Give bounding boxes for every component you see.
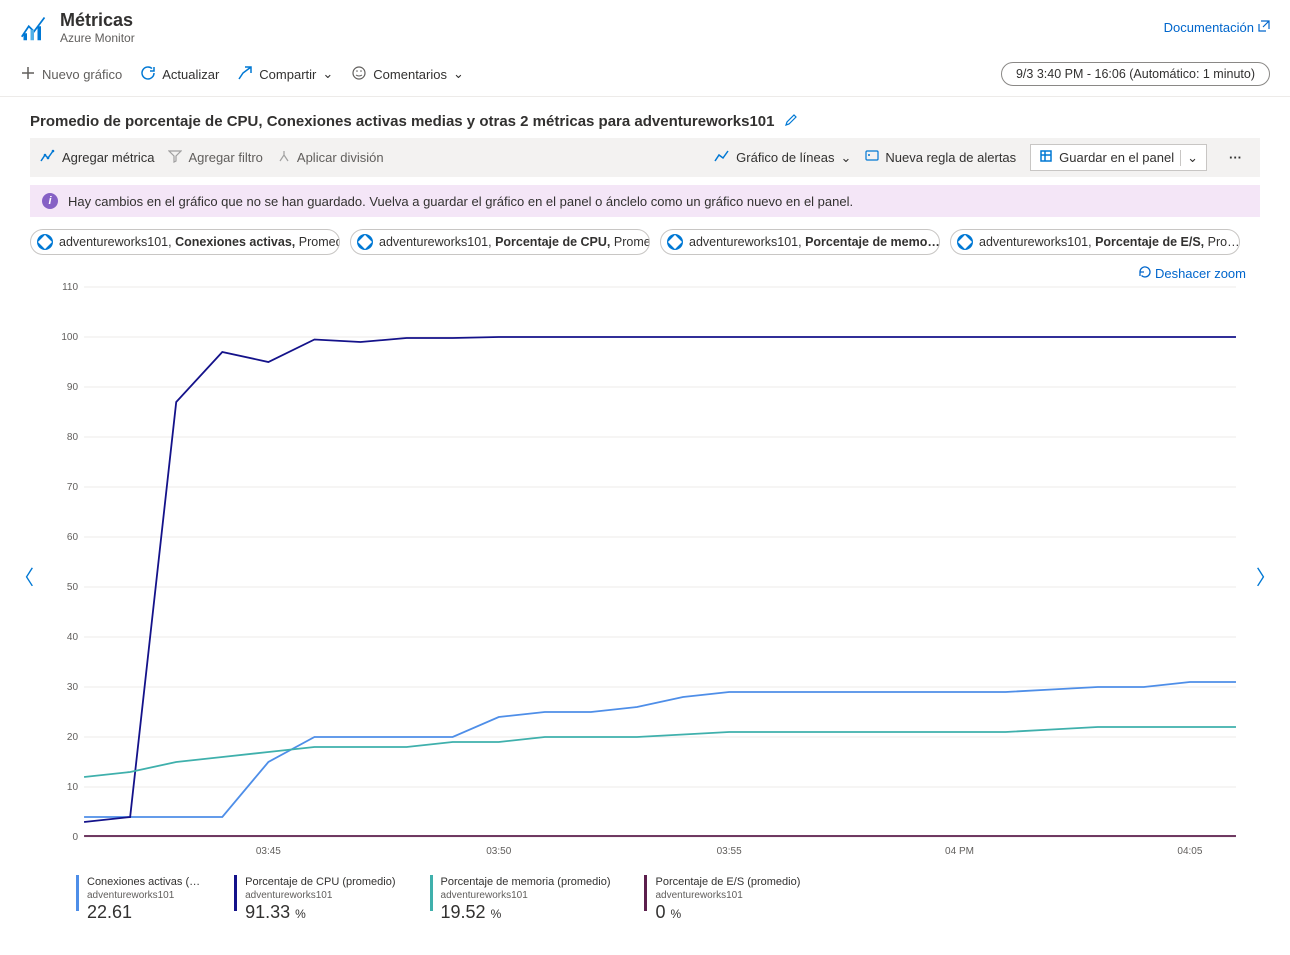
add-metric-button[interactable]: Agregar métrica (40, 149, 154, 166)
svg-text:60: 60 (67, 532, 79, 543)
svg-text:110: 110 (62, 282, 78, 293)
svg-text:90: 90 (67, 382, 79, 393)
external-link-icon (1258, 20, 1270, 35)
new-chart-button[interactable]: Nuevo gráfico (20, 65, 122, 84)
svg-text:70: 70 (67, 482, 79, 493)
alert-icon (865, 149, 879, 166)
page-subtitle: Azure Monitor (60, 31, 1164, 45)
legend-color-bar (644, 875, 647, 911)
metric-pill[interactable]: adventureworks101, Porcentaje de E/S, Pr… (950, 229, 1240, 255)
info-icon: i (42, 193, 58, 209)
feedback-button[interactable]: Comentarios ⌄ (351, 65, 464, 84)
config-bar: Agregar métrica Agregar filtro Aplicar d… (30, 138, 1260, 177)
metric-pill[interactable]: adventureworks101, Porcentaje de memo…, … (660, 229, 940, 255)
legend-color-bar (430, 875, 433, 911)
share-button[interactable]: Compartir ⌄ (237, 65, 333, 84)
time-range-selector[interactable]: 9/3 3:40 PM - 16:06 (Automático: 1 minut… (1001, 62, 1270, 86)
legend-value: 0 % (655, 902, 800, 924)
legend-label: Porcentaje de E/S (promedio) (655, 875, 800, 889)
svg-text:0: 0 (72, 832, 78, 843)
metric-pills: adventureworks101, Conexiones activas, P… (0, 225, 1290, 261)
unsaved-changes-banner: i Hay cambios en el gráfico que no se ha… (30, 185, 1260, 217)
svg-text:03:45: 03:45 (256, 846, 281, 857)
page-title: Métricas (60, 10, 1164, 31)
edit-icon[interactable] (784, 113, 798, 130)
svg-text:03:50: 03:50 (486, 846, 511, 857)
save-to-dashboard-button[interactable]: Guardar en el panel ⌄ (1030, 144, 1207, 171)
resource-icon (957, 234, 973, 250)
svg-text:04:05: 04:05 (1177, 846, 1202, 857)
undo-icon (1137, 265, 1151, 282)
legend-item[interactable]: Conexiones activas (… adventureworks101 … (76, 875, 200, 924)
add-metric-icon (40, 149, 56, 166)
resource-icon (37, 234, 53, 250)
chart-legend: Conexiones activas (… adventureworks101 … (0, 869, 1290, 944)
toolbar: Nuevo gráfico Actualizar Compartir ⌄ Com… (0, 56, 1290, 97)
metric-pill[interactable]: adventureworks101, Conexiones activas, P… (30, 229, 340, 255)
line-chart[interactable]: 0 10 20 30 40 50 60 70 80 90 100 110 03:45 03:50 03:55… (44, 282, 1246, 862)
legend-value: 22.61 (87, 902, 200, 924)
legend-resource: adventureworks101 (655, 889, 800, 902)
legend-item[interactable]: Porcentaje de E/S (promedio) adventurewo… (644, 875, 800, 924)
chart-title-row: Promedio de porcentaje de CPU, Conexione… (0, 97, 1290, 138)
pin-icon (1039, 149, 1053, 166)
resource-icon (667, 234, 683, 250)
svg-text:30: 30 (67, 682, 79, 693)
chart-type-selector[interactable]: Gráfico de líneas ⌄ (714, 149, 851, 166)
refresh-button[interactable]: Actualizar (140, 65, 219, 84)
legend-value: 19.52 % (441, 902, 611, 924)
legend-item[interactable]: Porcentaje de memoria (promedio) adventu… (430, 875, 611, 924)
banner-text: Hay cambios en el gráfico que no se han … (68, 194, 853, 209)
apply-splitting-button[interactable]: Aplicar división (277, 149, 384, 166)
svg-text:40: 40 (67, 632, 79, 643)
legend-resource: adventureworks101 (245, 889, 395, 902)
legend-label: Porcentaje de memoria (promedio) (441, 875, 611, 889)
legend-color-bar (76, 875, 79, 911)
chevron-down-icon: ⌄ (840, 150, 851, 166)
legend-resource: adventureworks101 (87, 889, 200, 902)
svg-text:10: 10 (67, 782, 79, 793)
metric-pill[interactable]: adventureworks101, Porcentaje de CPU, Pr… (350, 229, 650, 255)
refresh-icon (140, 65, 156, 84)
nav-next-button[interactable]: 〉 (1256, 561, 1276, 590)
metrics-icon (20, 14, 48, 42)
split-icon (277, 149, 291, 166)
chevron-down-icon[interactable]: ⌄ (1180, 150, 1198, 166)
chart-title: Promedio de porcentaje de CPU, Conexione… (30, 113, 774, 130)
svg-text:03:55: 03:55 (717, 846, 742, 857)
legend-value: 91.33 % (245, 902, 395, 924)
svg-text:100: 100 (61, 332, 78, 343)
chart-container: 〈 〉 010203040506070809010011003:4503:500… (0, 282, 1290, 869)
svg-text:80: 80 (67, 432, 79, 443)
undo-zoom-link[interactable]: Deshacer zoom (1137, 265, 1246, 282)
page-header: Métricas Azure Monitor Documentación (0, 0, 1290, 56)
legend-item[interactable]: Porcentaje de CPU (promedio) adventurewo… (234, 875, 395, 924)
chevron-down-icon: ⌄ (453, 66, 464, 82)
svg-text:04 PM: 04 PM (945, 846, 974, 857)
svg-text:20: 20 (67, 732, 79, 743)
svg-text:50: 50 (67, 582, 79, 593)
plus-icon (20, 65, 36, 84)
legend-resource: adventureworks101 (441, 889, 611, 902)
smile-icon (351, 65, 367, 84)
legend-color-bar (234, 875, 237, 911)
more-options-button[interactable]: ··· (1221, 150, 1250, 165)
share-icon (237, 65, 253, 84)
documentation-link[interactable]: Documentación (1164, 20, 1270, 35)
filter-icon (168, 149, 182, 166)
add-filter-button[interactable]: Agregar filtro (168, 149, 262, 166)
nav-prev-button[interactable]: 〈 (14, 561, 34, 590)
line-chart-icon (714, 149, 730, 166)
new-alert-button[interactable]: Nueva regla de alertas (865, 149, 1016, 166)
resource-icon (357, 234, 373, 250)
legend-label: Porcentaje de CPU (promedio) (245, 875, 395, 889)
legend-label: Conexiones activas (… (87, 875, 200, 889)
chevron-down-icon: ⌄ (322, 66, 333, 82)
